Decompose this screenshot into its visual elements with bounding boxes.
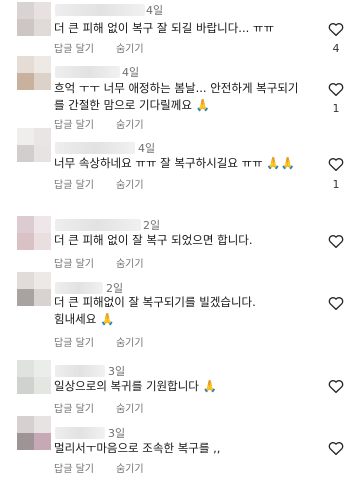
username[interactable] (55, 427, 105, 439)
hide-button[interactable]: 숨기기 (116, 460, 144, 475)
avatar[interactable] (17, 272, 51, 306)
comment-text: 너무 속상하네요 ㅠㅠ 잘 복구하시길요 ㅠㅠ 🙏🙏 (54, 156, 296, 170)
heart-icon[interactable] (327, 155, 345, 173)
hide-button[interactable]: 숨기기 (116, 334, 144, 349)
comment-time: 2일 (143, 219, 161, 232)
comment-text: 더 큰 피해 없이 복구 잘 되길 바랍니다... ㅠㅠ (54, 21, 275, 35)
comment-actions: 답글 달기 숨기기 (54, 176, 144, 191)
heart-icon[interactable] (327, 377, 345, 395)
reply-button[interactable]: 답글 달기 (54, 255, 94, 270)
reply-button[interactable]: 답글 달기 (54, 116, 94, 131)
reply-button[interactable]: 답글 달기 (54, 400, 94, 415)
username[interactable] (55, 282, 103, 294)
comment-time: 4일 (122, 66, 140, 79)
avatar[interactable] (17, 360, 51, 394)
like-count: 4 (332, 42, 340, 55)
comment-actions: 답글 달기 숨기기 (54, 400, 144, 415)
hide-button[interactable]: 숨기기 (116, 40, 144, 55)
comment-text: 더 큰 피해 없이 잘 복구 되었으면 합니다. (54, 233, 253, 247)
username[interactable] (55, 4, 145, 16)
comment-actions: 답글 달기 숨기기 (54, 460, 144, 475)
avatar[interactable] (17, 2, 51, 36)
hide-button[interactable]: 숨기기 (116, 176, 144, 191)
comment-text: 일상으로의 복귀를 기원합니다 🙏 (54, 379, 217, 393)
comment-actions: 답글 달기 숨기기 (54, 255, 144, 270)
comment-text: 멀리서ㅜ마음으로 조속한 복구를 ,, (54, 441, 221, 455)
heart-icon[interactable] (327, 80, 345, 98)
comment-actions: 답글 달기 숨기기 (54, 116, 144, 131)
avatar[interactable] (17, 56, 51, 90)
avatar[interactable] (17, 416, 51, 450)
heart-icon[interactable] (327, 439, 345, 457)
reply-button[interactable]: 답글 달기 (54, 176, 94, 191)
comment-actions: 답글 달기 숨기기 (54, 334, 144, 349)
comment-time: 4일 (146, 4, 164, 17)
comment-time: 3일 (108, 427, 126, 440)
reply-button[interactable]: 답글 달기 (54, 460, 94, 475)
comment-text: 흐억 ㅜㅜ 너무 애정하는 봄날... 안전하게 복구되기 를 간절한 맘으로 … (54, 81, 299, 112)
hide-button[interactable]: 숨기기 (116, 255, 144, 270)
avatar[interactable] (17, 216, 51, 250)
comment-time: 3일 (108, 365, 126, 378)
reply-button[interactable]: 답글 달기 (54, 40, 94, 55)
heart-icon[interactable] (327, 232, 345, 250)
like-count: 1 (332, 102, 340, 115)
username[interactable] (55, 365, 105, 377)
comment-text: 더 큰 피해없이 잘 복구되기를 빌겠습니다. 힘내세요 🙏 (54, 295, 256, 326)
hide-button[interactable]: 숨기기 (116, 400, 144, 415)
like-count: 1 (332, 178, 340, 191)
comment-time: 4일 (138, 142, 156, 155)
heart-icon[interactable] (327, 20, 345, 38)
heart-icon[interactable] (327, 294, 345, 312)
reply-button[interactable]: 답글 달기 (54, 334, 94, 349)
username[interactable] (55, 66, 120, 78)
avatar[interactable] (17, 128, 51, 162)
hide-button[interactable]: 숨기기 (116, 116, 144, 131)
username[interactable] (55, 142, 135, 154)
username[interactable] (55, 219, 141, 231)
comment-actions: 답글 달기 숨기기 (54, 40, 144, 55)
